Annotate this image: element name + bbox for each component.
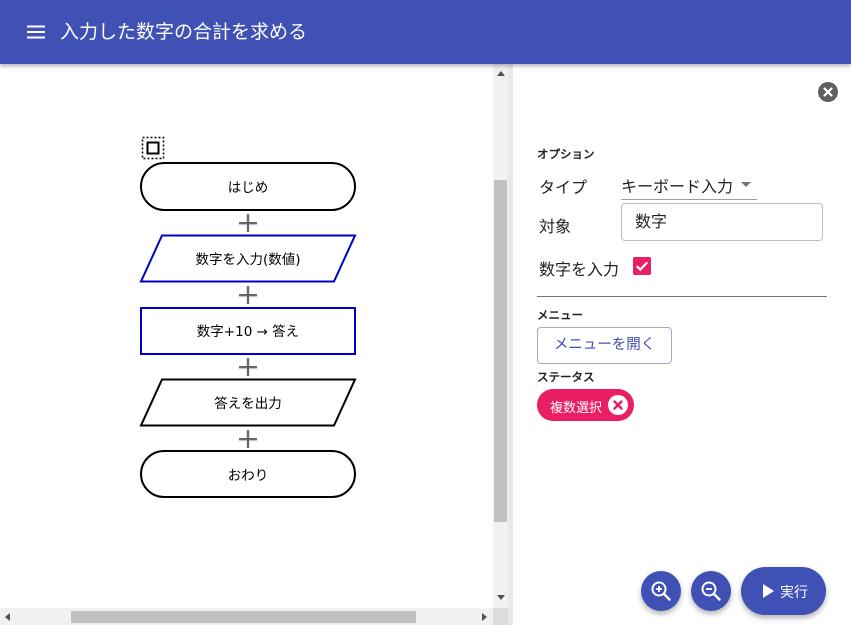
close-panel-button[interactable] (818, 82, 838, 102)
flow-node-label: 数字を入力(数値) (195, 252, 300, 268)
status-chip-label: 複数選択 (550, 401, 603, 416)
type-select-value: キーボード入力 (621, 177, 734, 196)
input-checkbox[interactable] (633, 257, 651, 275)
chip-remove-button[interactable] (608, 395, 628, 415)
options-section-label: オプション (537, 147, 595, 161)
status-chip: 複数選択 (537, 389, 634, 421)
zoom-in-button[interactable] (641, 571, 681, 611)
type-label: タイプ (539, 178, 588, 197)
flow-node-end[interactable]: おわり (140, 450, 356, 498)
plus-icon[interactable] (239, 430, 257, 448)
menu-section-label: メニュー (537, 308, 583, 322)
flow-node-output[interactable]: 答えを出力 (139, 378, 357, 427)
hamburger-menu-icon[interactable] (24, 20, 48, 44)
options-panel: オプション タイプ キーボード入力 対象 数字 数字を入力 メニュー メニューを… (513, 64, 851, 625)
select-frame-icon[interactable] (141, 136, 165, 160)
horizontal-scrollbar[interactable] (0, 608, 493, 625)
scroll-right-icon[interactable] (482, 613, 487, 621)
close-icon (613, 400, 623, 410)
flowchart-canvas[interactable]: はじめ 数字を入力(数値) 数字+10 → 答え 答えを出力 おわり (0, 64, 493, 608)
app-title: 入力した数字の合計を求める (60, 21, 308, 43)
target-field[interactable]: 数字 (621, 203, 823, 241)
section-divider (537, 296, 827, 297)
flow-node-start[interactable]: はじめ (140, 162, 356, 211)
scroll-up-icon[interactable] (497, 71, 505, 76)
scrollbar-corner (493, 608, 508, 625)
zoom-out-icon (701, 581, 721, 601)
run-button-label: 実行 (780, 585, 808, 601)
scroll-left-icon[interactable] (5, 613, 10, 621)
status-section-label: ステータス (537, 370, 595, 384)
input-checkbox-label: 数字を入力 (539, 260, 620, 279)
plus-icon[interactable] (239, 286, 257, 304)
target-label: 対象 (539, 217, 572, 236)
zoom-in-icon (651, 581, 671, 601)
flow-node-label: 数字+10 → 答え (197, 323, 299, 340)
flow-node-input[interactable]: 数字を入力(数値) (139, 234, 357, 283)
horizontal-scroll-thumb[interactable] (71, 611, 416, 623)
vertical-scrollbar[interactable] (493, 64, 508, 608)
vertical-scroll-thumb[interactable] (494, 180, 507, 522)
type-select[interactable]: キーボード入力 (621, 167, 757, 200)
zoom-out-button[interactable] (691, 571, 731, 611)
app-bar: 入力した数字の合計を求める (0, 0, 851, 64)
run-button[interactable]: 実行 (741, 567, 826, 615)
flow-node-label: はじめ (228, 180, 269, 196)
flow-node-label: おわり (228, 468, 269, 484)
close-icon (823, 87, 833, 97)
plus-icon[interactable] (239, 214, 257, 232)
open-menu-button[interactable]: メニューを開く (537, 327, 672, 364)
plus-icon[interactable] (239, 358, 257, 376)
play-icon (763, 584, 774, 598)
flow-node-process[interactable]: 数字+10 → 答え (140, 307, 356, 355)
chevron-down-icon (741, 182, 751, 187)
checkmark-icon (636, 261, 648, 272)
scroll-down-icon[interactable] (497, 595, 505, 600)
flow-node-label: 答えを出力 (214, 395, 282, 412)
